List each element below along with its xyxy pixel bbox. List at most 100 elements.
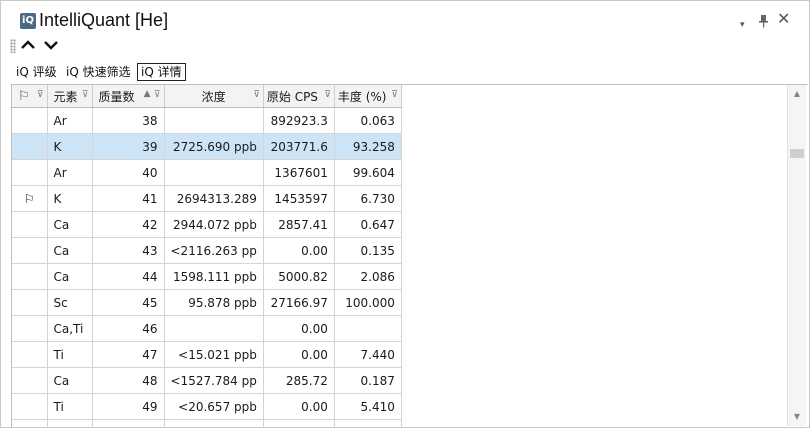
table-row[interactable]: Ca 44 1598.111 ppb 5000.82 2.086 [12,263,402,290]
cell-flag [12,263,48,290]
filter-icon[interactable]: ⊽ [391,90,398,100]
cell-cps: 285.72 [263,367,335,394]
cell-mass: 39 [92,133,165,160]
chevron-down-icon [44,41,58,50]
close-icon[interactable]: ✕ [777,11,790,27]
cell-mass: 47 [92,341,165,368]
navigate-down-button[interactable] [42,37,60,55]
column-header-concentration-label: 浓度 [201,89,226,104]
pin-icon[interactable] [758,15,769,31]
table-row[interactable]: Ar 40 1367601 99.604 [12,159,402,186]
cell-abund: 6.730 [334,185,402,212]
cell-conc [164,159,264,186]
cell-abund [334,419,402,428]
table-row[interactable]: Ti 49 <20.657 ppb 0.00 5.410 [12,393,402,420]
column-header-abundance[interactable]: 丰度 (%) ⊽ [334,85,402,108]
cell-mass: 44 [92,263,165,290]
table-row[interactable]: K 39 2725.690 ppb 203771.6 93.258 [12,133,402,160]
cell-flag [12,367,48,394]
cell-conc [164,419,264,428]
cell-flag [12,393,48,420]
cell-cps: 0.00 [263,393,335,420]
cell-conc: 1598.111 ppb [164,263,264,290]
details-table: ⚐ ⊽ 元素 ⊽ 质量数 ▲ ⊽ 浓度 ⊽ 原始 CPS ⊽ 丰度 (%) ⊽ … [12,85,402,428]
cell-flag [12,133,48,160]
table-row[interactable]: Ca 48 <1527.784 pp 285.72 0.187 [12,367,402,394]
cell-flag [12,419,48,428]
cell-flag: ⚐ [12,185,48,212]
cell-element: K [47,133,93,160]
column-header-raw-cps[interactable]: 原始 CPS ⊽ [263,85,335,108]
cell-mass: 49 [92,393,165,420]
cell-mass: 45 [92,289,165,316]
filter-icon[interactable]: ⊽ [253,90,260,100]
cell-element: Ca [47,237,93,264]
table-row[interactable] [12,419,402,428]
column-header-concentration[interactable]: 浓度 ⊽ [164,85,264,108]
cell-conc: 2944.072 ppb [164,211,264,238]
scroll-up-icon[interactable]: ▲ [788,87,806,101]
filter-icon[interactable]: ⊽ [154,90,161,100]
table-row[interactable]: Ca,Ti 46 0.00 [12,315,402,342]
cell-flag [12,237,48,264]
cell-cps: 1367601 [263,159,335,186]
cell-mass: 48 [92,367,165,394]
cell-conc: 2725.690 ppb [164,133,264,160]
sort-ascending-icon: ▲ [143,89,151,99]
table-row[interactable]: Ti 47 <15.021 ppb 0.00 7.440 [12,341,402,368]
chevron-up-icon [21,40,35,49]
cell-mass: 43 [92,237,165,264]
cell-cps: 0.00 [263,341,335,368]
cell-cps: 892923.3 [263,107,335,134]
filter-icon[interactable]: ⊽ [37,90,44,100]
cell-flag [12,341,48,368]
cell-element: Sc [47,289,93,316]
table-row[interactable]: Ca 42 2944.072 ppb 2857.41 0.647 [12,211,402,238]
table-row[interactable]: Ca 43 <2116.263 pp 0.00 0.135 [12,237,402,264]
cell-abund: 99.604 [334,159,402,186]
column-header-element[interactable]: 元素 ⊽ [47,85,93,108]
cell-element: K [47,185,93,212]
cell-abund: 0.187 [334,367,402,394]
intelliquant-window: iQ IntelliQuant [He] ▾ ✕ iQ 评级 iQ 快速筛选 i… [0,0,810,428]
title-bar: iQ IntelliQuant [He] ▾ ✕ [1,1,809,37]
cell-cps: 0.00 [263,315,335,342]
cell-cps: 0.00 [263,237,335,264]
cell-element: Ca [47,367,93,394]
filter-icon[interactable]: ⊽ [324,90,331,100]
tab-iq-rating[interactable]: iQ 评级 [13,63,60,81]
table-row[interactable]: Sc 45 95.878 ppb 27166.97 100.000 [12,289,402,316]
window-menu-dropdown-icon[interactable]: ▾ [740,18,745,32]
filter-icon[interactable]: ⊽ [82,90,89,100]
cell-conc: <1527.784 pp [164,367,264,394]
cell-conc [164,107,264,134]
column-header-flag[interactable]: ⚐ ⊽ [12,85,48,108]
column-header-mass[interactable]: 质量数 ▲ ⊽ [92,85,165,108]
column-header-raw-cps-label: 原始 CPS [266,89,318,104]
navigate-up-button[interactable] [19,37,37,55]
drag-grip-icon[interactable] [10,39,16,53]
scrollbar-thumb[interactable] [790,149,804,158]
cell-mass: 42 [92,211,165,238]
cell-element: Ti [47,341,93,368]
cell-abund: 0.063 [334,107,402,134]
cell-cps: 27166.97 [263,289,335,316]
cell-abund: 5.410 [334,393,402,420]
cell-flag [12,107,48,134]
tab-iq-quick-filter[interactable]: iQ 快速筛选 [63,63,134,81]
scroll-down-icon[interactable]: ▼ [788,410,806,424]
cell-cps: 203771.6 [263,133,335,160]
intelliquant-app-icon: iQ [20,13,36,29]
table-row[interactable]: ⚐ K 41 2694313.289 1453597 6.730 [12,185,402,212]
cell-cps: 1453597 [263,185,335,212]
cell-conc: 2694313.289 [164,185,264,212]
cell-element: Ca,Ti [47,315,93,342]
cell-conc: 95.878 ppb [164,289,264,316]
cell-conc [164,315,264,342]
cell-flag [12,289,48,316]
vertical-scrollbar[interactable]: ▲ ▼ [787,85,806,426]
table-row[interactable]: Ar 38 892923.3 0.063 [12,107,402,134]
cell-element: Ar [47,107,93,134]
tab-iq-details[interactable]: iQ 详情 [137,63,186,81]
cell-abund: 7.440 [334,341,402,368]
